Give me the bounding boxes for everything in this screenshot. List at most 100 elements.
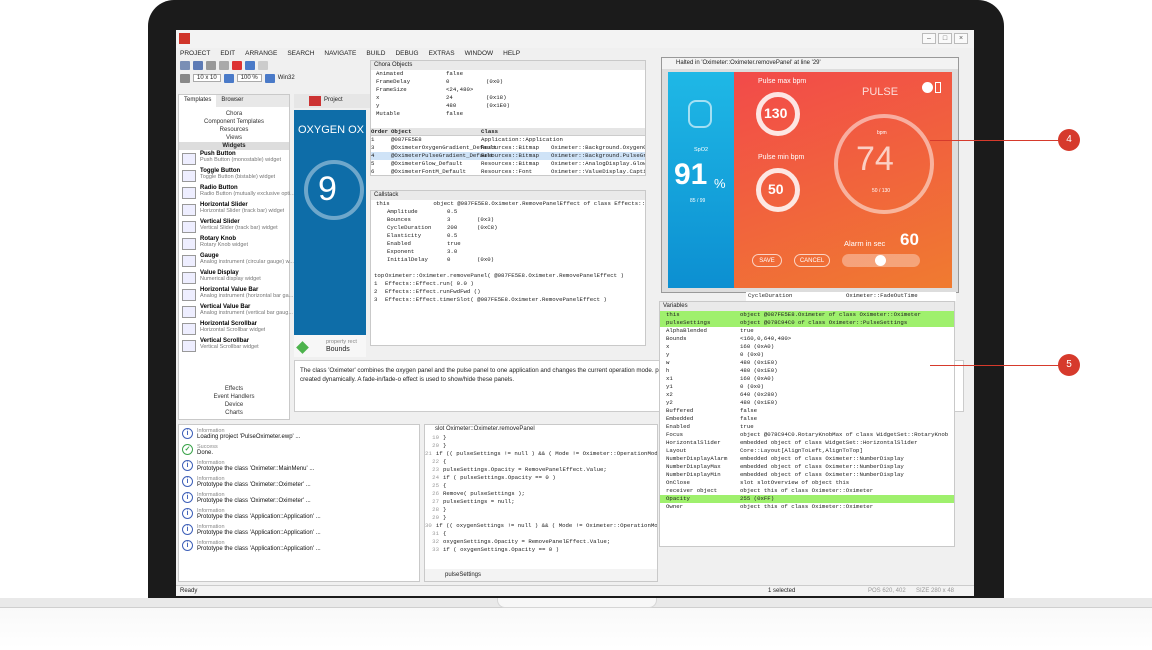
log-entry[interactable]: i Information Prototype the class 'Applica… xyxy=(182,524,416,539)
variable-row[interactable]: x2 640 (0x280) xyxy=(660,391,954,399)
table-row[interactable]: 3 @OximeterOxygenGradient_Default Resource… xyxy=(371,144,645,152)
variable-row[interactable]: OnClose slot slotOverview of object this xyxy=(660,479,954,487)
variable-row[interactable]: pulseSettings object @078C94C0 of class O… xyxy=(660,319,954,327)
new-icon[interactable] xyxy=(180,60,190,70)
chora-prop-row[interactable]: FrameDelay 0 (0x0) xyxy=(376,78,645,86)
log-entry[interactable]: i Information Loading project 'PulseOximet… xyxy=(182,428,416,443)
variable-row[interactable]: AlphaBlended true xyxy=(660,327,954,335)
chora-prop-row[interactable]: Mutable false xyxy=(376,110,645,118)
variable-row[interactable]: NumberDisplayMin embedded object of class… xyxy=(660,471,954,479)
code-line[interactable]: 25 { xyxy=(425,482,657,490)
category-item[interactable]: Event Handlers xyxy=(179,393,289,401)
callstack-prop-row[interactable]: Enabled true xyxy=(387,240,645,248)
alarm-slider-knob[interactable] xyxy=(874,255,886,266)
widget-item[interactable]: Vertical Slider Vertical Slider (track ba… xyxy=(179,218,289,235)
variable-row[interactable]: Owner object this of class Oximeter::Oxim… xyxy=(660,503,954,511)
variable-row[interactable]: Focus object @078C94C0.RotaryKnobMax of c… xyxy=(660,431,954,439)
widget-item[interactable]: Radio Button Radio Button (mutually exclu… xyxy=(179,184,295,201)
undo-icon[interactable] xyxy=(245,60,255,70)
save-icon[interactable] xyxy=(193,60,203,70)
menu-item[interactable]: NAVIGATE xyxy=(324,48,356,59)
tree-item[interactable]: Resources xyxy=(179,126,289,134)
variable-row[interactable]: h 480 (0x1E0) xyxy=(660,367,954,375)
widget-item[interactable]: Toggle Button Toggle Button (bistable) wi… xyxy=(179,167,289,184)
menu-item[interactable]: SEARCH xyxy=(287,48,314,59)
callstack-prop-row[interactable]: Exponent 3.0 xyxy=(387,248,645,256)
platform-label[interactable]: Win32 xyxy=(278,75,295,81)
close-button[interactable]: × xyxy=(954,33,968,44)
widget-item[interactable]: Gauge Analog instrument (circular gauge) … xyxy=(179,252,294,269)
grid-size-select[interactable]: 10 x 10 xyxy=(193,74,221,82)
code-line[interactable]: 30 if (( oxygenSettings != null ) && ( Mo… xyxy=(425,522,657,530)
callstack-prop-row[interactable]: CycleDuration 200 (0xC8) xyxy=(387,224,645,232)
alarm-slider[interactable] xyxy=(842,254,920,267)
menu-item[interactable]: ARRANGE xyxy=(245,48,277,59)
log-entry[interactable]: i Information Prototype the class 'Applica… xyxy=(182,540,416,555)
align-icon[interactable] xyxy=(258,60,268,70)
menu-item[interactable]: EXTRAS xyxy=(429,48,455,59)
menu-item[interactable]: EDIT xyxy=(220,48,235,59)
variable-row[interactable]: x 160 (0xA0) xyxy=(660,343,954,351)
variable-row[interactable]: Embedded false xyxy=(660,415,954,423)
menu-item[interactable]: PROJECT xyxy=(180,48,210,59)
code-line[interactable]: 29} xyxy=(425,514,657,522)
stack-frame[interactable]: 3 Effects::Effect.timerSlot( @087FE5E8.Ox… xyxy=(371,296,645,304)
widget-item[interactable]: Push Button Push Button (monostable) widg… xyxy=(179,150,289,167)
tab-templates[interactable]: Templates xyxy=(179,95,217,107)
delete-icon[interactable] xyxy=(232,60,242,70)
code-line[interactable]: 26 Remove( pulseSettings ); xyxy=(425,490,657,498)
table-row[interactable]: 4 @OximeterPulseGradient_Default Resources… xyxy=(371,152,645,160)
widget-item[interactable]: Horizontal Value Bar Analog instrument (h… xyxy=(179,286,293,303)
variable-row[interactable]: NumberDisplayMax embedded object of class… xyxy=(660,463,954,471)
variable-row[interactable]: Layout Core::Layout[AlignToLeft,AlignToTo… xyxy=(660,447,954,455)
chora-prop-row[interactable]: FrameSize <24,480> xyxy=(376,86,645,94)
code-line[interactable]: 31 { xyxy=(425,530,657,538)
chora-prop-row[interactable]: Animated false xyxy=(376,70,645,78)
menu-item[interactable]: HELP xyxy=(503,48,520,59)
variable-row[interactable]: NumberDisplayAlarm embedded object of cla… xyxy=(660,455,954,463)
code-line[interactable]: 20} xyxy=(425,442,657,450)
tree-item[interactable]: Views xyxy=(179,134,289,142)
log-entry[interactable]: ✓ Success Done. xyxy=(182,444,416,459)
search-input[interactable]: pulseSettings xyxy=(445,572,481,578)
widgets-section-header[interactable]: Widgets xyxy=(179,142,289,150)
stack-frame[interactable]: top Oximeter::Oximeter.removePanel( @087F… xyxy=(371,272,645,280)
code-line[interactable]: 21 if (( pulseSettings != null ) && ( Mod… xyxy=(425,450,657,458)
variable-row[interactable]: HorizontalSlider embedded object of class… xyxy=(660,439,954,447)
maximize-button[interactable]: □ xyxy=(938,33,952,44)
callstack-prop-row[interactable]: Elasticity 0.5 xyxy=(387,232,645,240)
table-row[interactable]: 6 @OximeterFontM_Default Resources::Font Ox… xyxy=(371,168,645,176)
log-entry[interactable]: i Information Prototype the class 'Applica… xyxy=(182,508,416,523)
variable-row[interactable]: this object @087FE5E8.Oximeter of class O… xyxy=(660,311,954,319)
menu-item[interactable]: WINDOW xyxy=(465,48,494,59)
menu-item[interactable]: BUILD xyxy=(366,48,385,59)
callstack-prop-row[interactable]: InitialDelay 0 (0x0) xyxy=(387,256,645,264)
code-line[interactable]: 28 } xyxy=(425,506,657,514)
variable-row[interactable]: y 0 (0x0) xyxy=(660,351,954,359)
stack-frame[interactable]: 2 Effects::Effect.runFwdFwd () xyxy=(371,288,645,296)
variable-row[interactable]: receiver object object this of class Oxim… xyxy=(660,487,954,495)
variable-row[interactable]: Opacity 255 (0xFF) xyxy=(660,495,954,503)
log-entry[interactable]: i Information Prototype the class 'Oximete… xyxy=(182,476,416,491)
log-entry[interactable]: i Information Prototype the class 'Oximete… xyxy=(182,460,416,475)
widget-item[interactable]: Horizontal Slider Horizontal Slider (trac… xyxy=(179,201,289,218)
tab-browser[interactable]: Browser xyxy=(216,95,248,107)
add-icon[interactable] xyxy=(922,82,933,93)
variable-row[interactable]: y2 480 (0x1E0) xyxy=(660,399,954,407)
stack-frame[interactable]: 1 Effects::Effect.run( 0.0 ) xyxy=(371,280,645,288)
widget-item[interactable]: Vertical Value Bar Analog instrument (ver… xyxy=(179,303,293,320)
code-line[interactable]: 22 { xyxy=(425,458,657,466)
widget-item[interactable]: Horizontal Scrollbar Horizontal Scrollbar… xyxy=(179,320,289,337)
code-line[interactable]: 33 if ( oxygenSettings.Opacity == 0 ) xyxy=(425,546,657,554)
category-item[interactable]: Device xyxy=(179,401,289,409)
code-line[interactable]: 23 pulseSettings.Opacity = RemovePanelEf… xyxy=(425,466,657,474)
variable-row[interactable]: Buffered false xyxy=(660,407,954,415)
log-entry[interactable]: i Information Prototype the class 'Oximete… xyxy=(182,492,416,507)
zoom-select[interactable]: 100 % xyxy=(236,74,262,82)
save-button[interactable]: SAVE xyxy=(752,254,782,267)
widget-item[interactable]: Vertical Scrollbar Vertical Scrollbar wid… xyxy=(179,337,289,354)
chora-prop-row[interactable]: y 480 (0x1E0) xyxy=(376,102,645,110)
variable-row[interactable]: y1 0 (0x0) xyxy=(660,383,954,391)
code-line[interactable]: 24 if ( pulseSettings.Opacity == 0 ) xyxy=(425,474,657,482)
table-row[interactable]: 1 @087FE5E8 Application::Application xyxy=(371,136,645,144)
